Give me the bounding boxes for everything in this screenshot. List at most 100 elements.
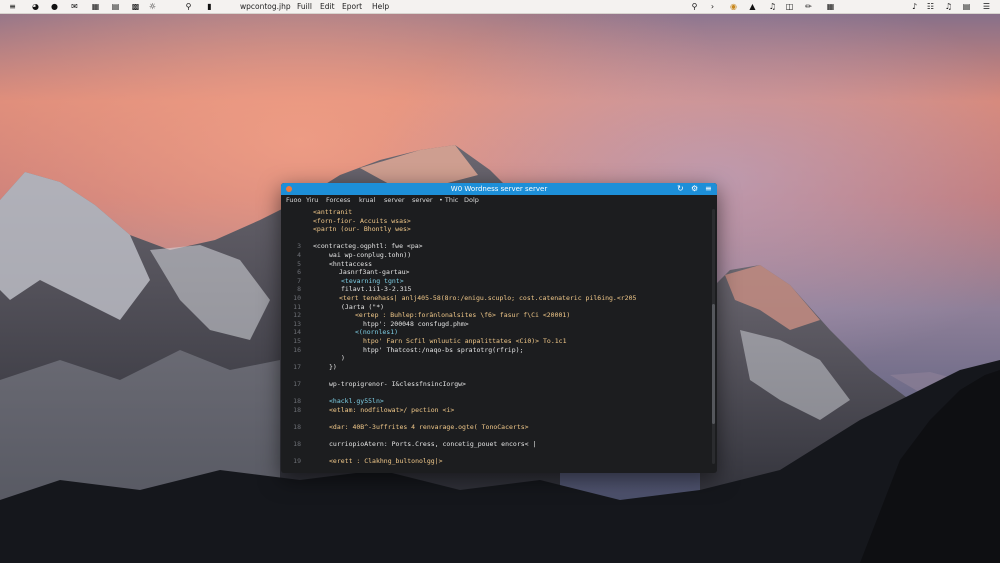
code-line: <anttranit	[281, 208, 711, 216]
scroll-thumb[interactable]	[712, 304, 715, 424]
code-line: 5 <hnttaccess	[281, 260, 711, 268]
menu-icon[interactable]: ≡	[8, 2, 17, 11]
code-text: <tevarning tgnt>	[341, 276, 404, 285]
scrollbar[interactable]	[712, 209, 715, 464]
bars-icon[interactable]: ▤	[111, 2, 120, 11]
code-line: 3 <contracteg.ogphtl: fwe <pa>	[281, 242, 711, 250]
code-text: <ertep : Buhlep:forānlonalsites \f6> fas…	[355, 311, 571, 320]
line-number: 10	[293, 294, 301, 302]
line-number: 8	[297, 285, 301, 294]
code-text: <contracteg.ogphtl: fwe <pa>	[313, 242, 423, 251]
menu-help[interactable]: Help	[372, 2, 389, 11]
doc-icon[interactable]: ☷	[926, 2, 935, 11]
app-name[interactable]: wpcontog.jhp	[240, 2, 291, 11]
line-number: 19	[293, 457, 301, 466]
clock-icon[interactable]: ◕	[31, 2, 40, 11]
line-number: 18	[293, 423, 301, 431]
code-line: 18 <dar: 40B^-3uffrites 4 renvarage.ogte(…	[281, 423, 711, 431]
search-icon[interactable]: ⚲	[690, 2, 699, 11]
mail-icon[interactable]: ✉	[70, 2, 79, 11]
code-line: <forn-fior- Accuits wsas>	[281, 217, 711, 225]
code-line: 6 Jasnrf3ant-gartau>	[281, 268, 711, 276]
code-text: <anttranit	[313, 208, 353, 216]
term-menu-file[interactable]: Fuoo	[286, 195, 301, 205]
line-number: 15	[293, 337, 301, 345]
terminal-window[interactable]: W0 Wordness server server ↻ ⚙ ≡ Fuoo Yir…	[281, 183, 717, 473]
code-text: <forn-fior- Accuits wsas>	[313, 216, 411, 225]
code-text: (Jartа ("*)	[341, 302, 385, 311]
hamburger-icon[interactable]: ≡	[705, 183, 712, 195]
battery-icon[interactable]: ◫	[785, 2, 794, 11]
note-icon[interactable]: ▦	[826, 2, 835, 11]
code-line: 13 htpp': 200048 consfugd.phm>	[281, 320, 711, 328]
code-text: curriopioAtern: Ports.Cress, concetig_po…	[329, 440, 537, 449]
search-mini-icon[interactable]: ⚲	[184, 2, 193, 11]
settings-icon[interactable]: ⚙	[691, 183, 698, 195]
term-menu-process[interactable]: Forcess	[326, 195, 350, 205]
code-line: 8 filavt.1i1-3-2.315	[281, 285, 711, 293]
sun-icon[interactable]: ☼	[148, 2, 157, 11]
code-text: Jasnrf3ant-gartau>	[339, 268, 410, 277]
title-bar[interactable]: W0 Wordness server server ↻ ⚙ ≡	[281, 183, 717, 195]
code-line: 14 <(nornles1)	[281, 328, 711, 336]
chevron-icon[interactable]: ›	[708, 2, 717, 11]
line-number: 16	[293, 345, 301, 354]
code-text: <hackl.gy55ln>	[329, 397, 384, 406]
line-number: 17	[293, 380, 301, 388]
control-icon[interactable]: ☰	[982, 2, 991, 11]
term-menu-help[interactable]: Dolp	[464, 195, 479, 205]
code-line: 4 wai wp-conplug.tohn))	[281, 251, 711, 259]
file-icon[interactable]: ▤	[962, 2, 971, 11]
line-number: 18	[293, 440, 301, 449]
line-number: 3	[297, 242, 301, 251]
code-text: wai wp-conplug.tohn))	[329, 251, 412, 259]
code-line: 10 <tert tenehass| anlj405-58(8ro:/enigu.…	[281, 294, 711, 302]
term-menu-view[interactable]: Yiru	[306, 195, 318, 205]
line-number: 5	[297, 259, 301, 268]
code-line: )	[281, 354, 711, 362]
code-text: )	[341, 354, 345, 363]
term-menu-server-2[interactable]: server	[412, 195, 433, 205]
apps-icon[interactable]: ▩	[131, 2, 140, 11]
brush-icon[interactable]: ✏	[804, 2, 813, 11]
code-text: <partn (our- Bhontly wes>	[313, 225, 411, 234]
line-number: 4	[297, 251, 301, 259]
code-text: htpo' Farn Scfil wnluutic anpalittates <…	[363, 337, 567, 345]
line-number: 14	[293, 328, 301, 337]
window-title: W0 Wordness server server	[450, 185, 548, 193]
music-note-icon[interactable]: ♫	[944, 2, 953, 11]
line-number: 6	[297, 268, 301, 277]
wifi-icon[interactable]: ▲	[748, 2, 757, 11]
menu-file[interactable]: Fuill	[297, 2, 312, 11]
folder-icon[interactable]: ▮	[205, 2, 214, 11]
line-number: 11	[293, 302, 301, 311]
terminal-menu: Fuoo Yiru Forcess krual server server • …	[281, 195, 717, 205]
line-number: 17	[293, 362, 301, 371]
grid-icon[interactable]: ▦	[91, 2, 100, 11]
clip-icon[interactable]: ●	[50, 2, 59, 11]
menu-export[interactable]: Eport	[342, 2, 362, 11]
menu-bar: ≡ ◕ ● ✉ ▦ ▤ ▩ ☼ ⚲ ▮ wpcontog.jhp Fuill E…	[0, 0, 1000, 14]
code-area[interactable]: <anttranit <forn-fior- Accuits wsas> <part…	[281, 208, 711, 470]
code-text: filavt.1i1-3-2.315	[341, 285, 412, 294]
term-menu-server-1[interactable]: server	[384, 195, 405, 205]
term-menu-this[interactable]: • Thic	[439, 195, 458, 205]
line-number: 18	[293, 405, 301, 414]
code-text: })	[329, 362, 337, 371]
code-line: 18 curriopioAtern: Ports.Cress, concetig_…	[281, 440, 711, 448]
code-text: <etlam: nodfilowat>/ pection <i>	[329, 405, 455, 414]
line-number: 13	[293, 319, 301, 328]
line-number: 18	[293, 397, 301, 406]
coin-icon[interactable]: ◉	[729, 2, 738, 11]
music-icon[interactable]: ♪	[910, 2, 919, 11]
code-text: wp-tropigrenor- I&clessfnsincIorgw>	[329, 380, 466, 388]
line-number: 7	[297, 276, 301, 285]
code-line: 7 <tevarning tgnt>	[281, 277, 711, 285]
menu-edit[interactable]: Edit	[320, 2, 335, 11]
volume-icon[interactable]: ♫	[768, 2, 777, 11]
term-menu-krual[interactable]: krual	[359, 195, 375, 205]
refresh-icon[interactable]: ↻	[677, 183, 684, 195]
